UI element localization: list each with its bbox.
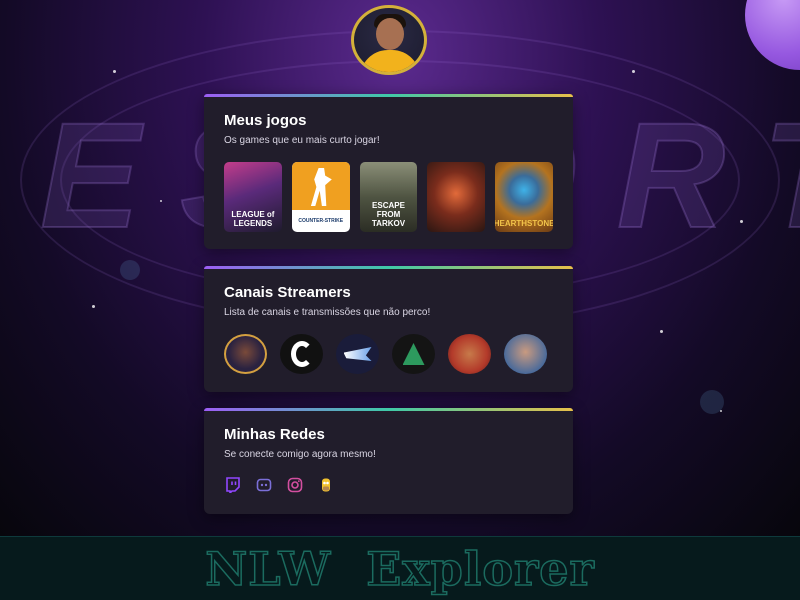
streamers-card-title: Canais Streamers — [224, 284, 351, 301]
homer-icon[interactable] — [317, 476, 334, 493]
streamer-avatar-3[interactable] — [336, 334, 379, 374]
social-card-title: Minhas Redes — [224, 426, 325, 443]
streamer-avatar-2[interactable] — [280, 334, 323, 374]
star — [632, 70, 635, 73]
twitch-icon[interactable] — [224, 476, 241, 493]
path-of-exile-cover[interactable] — [427, 162, 486, 232]
games-card-subtitle: Os games que eu mais curto jogar! — [224, 135, 380, 146]
star — [160, 200, 162, 202]
star — [660, 330, 663, 333]
streamers-card-subtitle: Lista de canais e transmissões que não p… — [224, 307, 431, 318]
footer-banner: NLW Explorer — [0, 536, 800, 600]
hearthstone-cover[interactable]: HEARTHSTONE — [495, 162, 553, 232]
discord-icon[interactable] — [255, 476, 272, 493]
star — [113, 70, 116, 73]
profile-avatar — [351, 5, 427, 75]
streamers-card: Canais Streamers Lista de canais e trans… — [204, 266, 573, 392]
planet-graphic — [745, 0, 800, 70]
glow — [120, 260, 140, 280]
instagram-icon[interactable] — [286, 476, 303, 493]
glow — [700, 390, 724, 414]
games-card-title: Meus jogos — [224, 112, 307, 129]
social-card-subtitle: Se conecte comigo agora mesmo! — [224, 449, 376, 460]
social-card: Minhas Redes Se conecte comigo agora mes… — [204, 408, 573, 514]
league-of-legends-cover[interactable]: LEAGUE of LEGENDS — [224, 162, 282, 232]
streamer-avatar-5[interactable] — [448, 334, 491, 374]
games-list: LEAGUE of LEGENDS COUNTER-STRIKE ESCAPE … — [224, 162, 553, 232]
star — [740, 220, 743, 223]
star — [92, 305, 95, 308]
streamer-avatar-4[interactable] — [392, 334, 435, 374]
streamers-list — [224, 334, 553, 374]
counter-strike-cover[interactable]: COUNTER-STRIKE — [291, 162, 350, 232]
streamer-avatar-1[interactable] — [224, 334, 267, 374]
tarkov-cover[interactable]: ESCAPE FROM TARKOV — [359, 162, 418, 232]
social-links — [224, 476, 553, 493]
streamer-avatar-6[interactable] — [504, 334, 547, 374]
games-card: Meus jogos Os games que eu mais curto jo… — [204, 94, 573, 249]
footer-title: NLW Explorer — [205, 541, 595, 597]
